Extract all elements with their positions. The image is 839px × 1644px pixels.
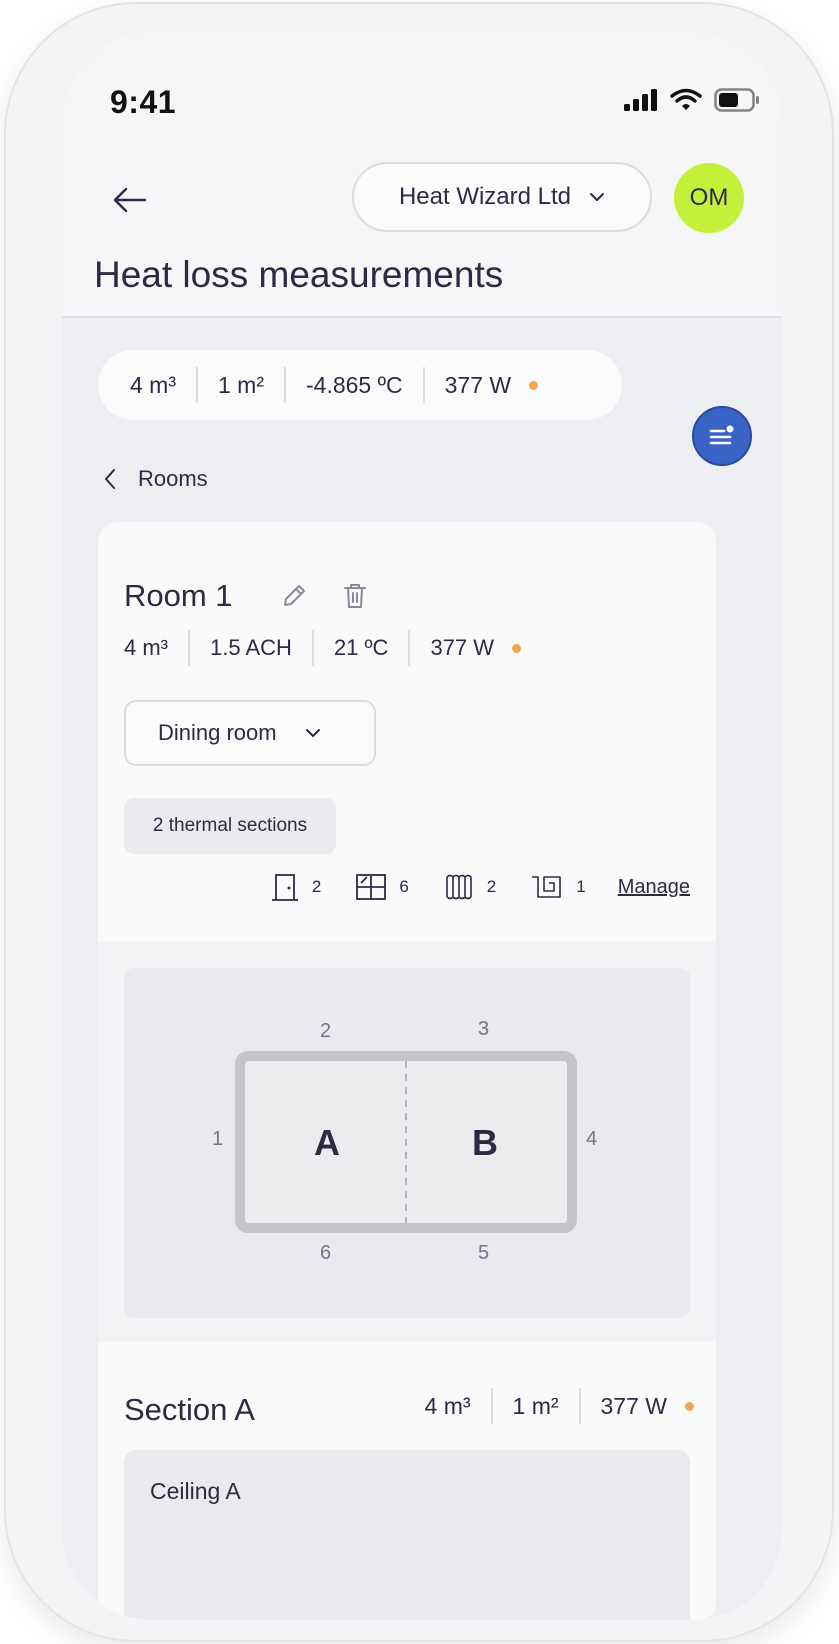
chevron-down-icon [590,193,605,201]
room-power: 377 W [430,635,495,660]
status-dot [512,643,522,653]
radiators-value: 2 [486,877,497,896]
section-area: 1 m² [512,1392,559,1419]
chevron-left-icon [105,469,115,489]
room-elements: 2 6 2 1 Manage [246,872,690,902]
radiator-icon [445,874,472,900]
room-title: Room 1 [124,578,233,613]
status-dot [685,1401,694,1411]
diagram-area: 1 2 3 4 5 6 A B [98,942,716,1342]
pencil-icon [284,585,305,606]
floor-plan-diagram: 1 2 3 4 5 6 A B [124,968,690,1318]
company-select[interactable]: Heat Wizard Ltd [352,162,652,232]
stat-separator [408,630,411,666]
trash-icon [344,584,366,608]
wall-label-2[interactable]: 2 [320,1020,331,1043]
underfloor-value: 1 [576,877,586,896]
wall-label-4[interactable]: 4 [586,1128,597,1151]
stat-separator [422,367,425,403]
stat-separator [188,630,190,666]
breadcrumb[interactable]: Rooms [104,466,208,492]
room-type-select[interactable]: Dining room [124,700,376,766]
menu-button[interactable] [692,406,752,466]
phone-frame: 9:41 Heat Wizard Ltd OM Heat loss measur… [6,4,832,1640]
wall-label-1[interactable]: 1 [212,1128,223,1151]
section-title: Section A [124,1392,255,1427]
ceiling-card[interactable]: Ceiling A [124,1450,690,1620]
back-arrow-icon [113,187,147,213]
ceiling-title: Ceiling A [150,1478,241,1504]
thermal-sections-badge: 2 thermal sections [124,798,336,854]
wall-label-6[interactable]: 6 [320,1242,331,1265]
room-type-value: Dining room [158,720,277,745]
wall-label-3[interactable]: 3 [478,1018,489,1041]
section-label-a[interactable]: A [314,1122,340,1164]
back-button[interactable] [110,180,150,220]
stat-separator [311,630,314,666]
radiators-count: 2 [443,873,496,901]
company-name: Heat Wizard Ltd [398,183,572,210]
wall-label-5[interactable]: 5 [478,1242,489,1265]
breadcrumb-rooms: Rooms [138,466,208,491]
floor-plan-outline [235,1051,577,1233]
delete-room-button[interactable] [342,582,368,615]
windows-count: 6 [355,873,409,901]
status-time: 9:41 [110,84,177,120]
wifi-icon [670,88,702,110]
room-ach: 1.5 ACH [210,635,292,660]
summary-volume: 4 m³ [130,371,176,398]
summary-bar: 4 m³ 1 m² -4.865 ºC 377 W [98,350,622,420]
app-screen: 9:41 Heat Wizard Ltd OM Heat loss measur… [62,32,782,1620]
section-volume: 4 m³ [424,1392,471,1419]
summary-temperature: -4.865 ºC [306,371,403,398]
windows-value: 6 [399,877,409,896]
stat-separator [490,1388,493,1424]
section-label-b[interactable]: B [472,1122,498,1164]
status-dot [529,380,539,390]
edit-room-button[interactable] [280,582,308,615]
window-icon [356,874,387,900]
page-title: Heat loss measurements [94,254,504,295]
summary-power: 377 W [444,371,512,398]
manage-link[interactable]: Manage [618,876,690,899]
room-volume: 4 m³ [124,635,168,660]
stat-separator [196,367,198,403]
doors-count: 2 [270,872,321,902]
menu-icon [709,425,734,445]
stat-separator [284,367,286,403]
signal-icon [624,89,657,111]
underfloor-heating-icon [532,876,562,898]
room-temperature: 21 ºC [333,635,389,660]
room-card: Room 1 4 m³ 1.5 ACH 21 ºC 377 W Dining r… [98,522,716,1620]
section-stats: 4 m³ 1 m² 377 W [425,1388,694,1424]
summary-area: 1 m² [218,371,264,398]
chevron-down-icon [305,729,320,737]
avatar[interactable]: OM [674,163,744,233]
underfloor-count: 1 [530,873,586,901]
status-icons [624,88,760,112]
battery-icon [714,88,759,112]
stat-separator [578,1388,581,1424]
room-stats: 4 m³ 1.5 ACH 21 ºC 377 W [124,630,522,666]
door-icon [271,874,298,901]
section-power: 377 W [600,1392,667,1419]
doors-value: 2 [311,877,322,896]
